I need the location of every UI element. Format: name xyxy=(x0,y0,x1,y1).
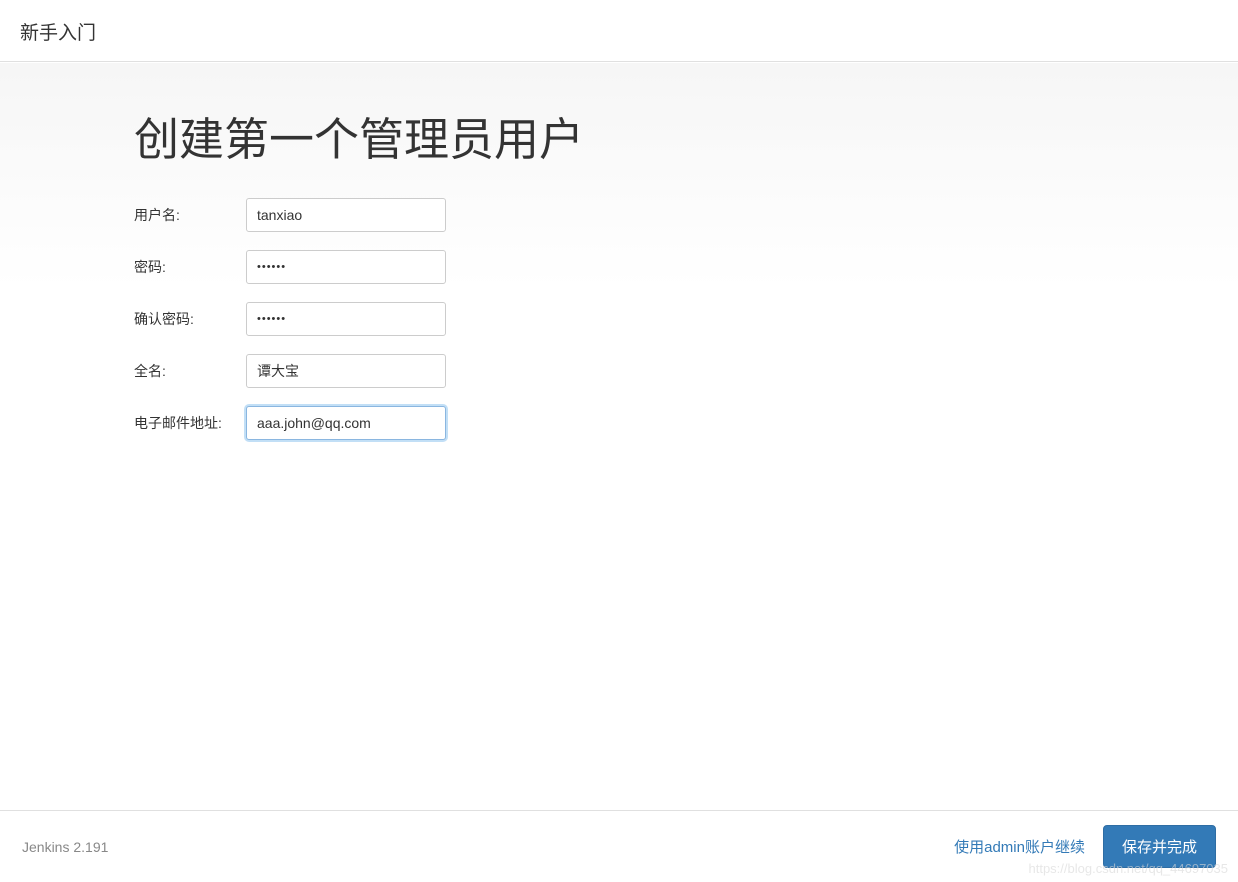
continue-as-admin-button[interactable]: 使用admin账户继续 xyxy=(954,836,1085,857)
form-row-password: 密码: xyxy=(134,250,1238,284)
footer: Jenkins 2.191 使用admin账户继续 保存并完成 xyxy=(0,810,1238,882)
version-text: Jenkins 2.191 xyxy=(22,839,108,855)
form-row-fullname: 全名: xyxy=(134,354,1238,388)
content-area: 创建第一个管理员用户 用户名: 密码: 确认密码: 全名: 电子邮件地址: xyxy=(0,63,1238,813)
footer-actions: 使用admin账户继续 保存并完成 xyxy=(954,825,1216,868)
form-row-username: 用户名: xyxy=(134,198,1238,232)
email-label: 电子邮件地址: xyxy=(134,413,246,433)
form-row-email: 电子邮件地址: xyxy=(134,406,1238,440)
fullname-input[interactable] xyxy=(246,354,446,388)
save-and-finish-button[interactable]: 保存并完成 xyxy=(1103,825,1216,868)
page-title: 创建第一个管理员用户 xyxy=(134,103,1238,168)
password-label: 密码: xyxy=(134,257,246,277)
password-input[interactable] xyxy=(246,250,446,284)
header: 新手入门 xyxy=(0,0,1238,62)
email-input[interactable] xyxy=(246,406,446,440)
username-input[interactable] xyxy=(246,198,446,232)
username-label: 用户名: xyxy=(134,205,246,225)
fullname-label: 全名: xyxy=(134,361,246,381)
form-row-confirm-password: 确认密码: xyxy=(134,302,1238,336)
confirm-password-input[interactable] xyxy=(246,302,446,336)
header-title: 新手入门 xyxy=(20,18,1218,45)
confirm-password-label: 确认密码: xyxy=(134,309,246,329)
